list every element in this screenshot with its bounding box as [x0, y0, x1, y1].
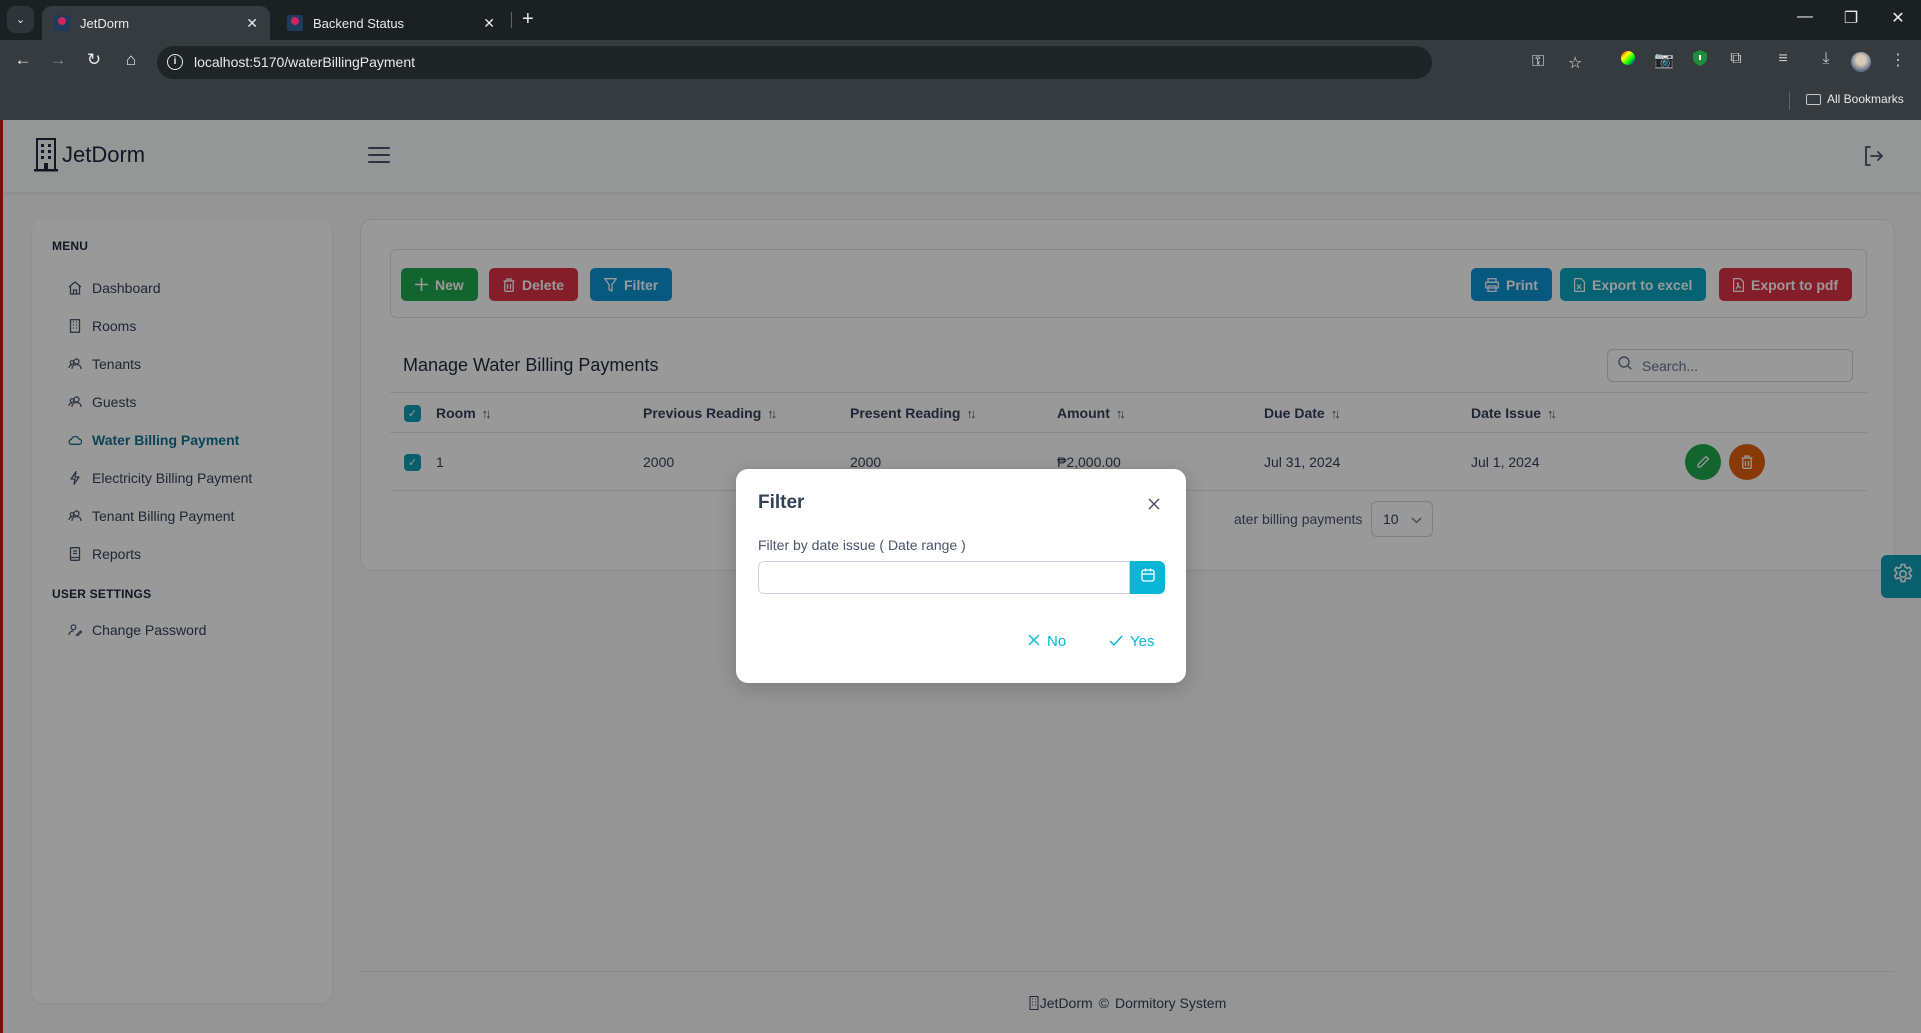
tab-separator — [511, 12, 512, 28]
all-bookmarks-button[interactable]: All Bookmarks — [1806, 92, 1904, 106]
close-tab-icon[interactable]: ✕ — [483, 15, 495, 32]
color-picker-extension-icon[interactable] — [1617, 50, 1639, 71]
x-icon — [1028, 633, 1040, 650]
folder-icon — [1806, 93, 1821, 105]
close-tab-icon[interactable]: ✕ — [246, 15, 258, 32]
all-bookmarks-label: All Bookmarks — [1827, 92, 1904, 106]
yes-button-label: Yes — [1130, 633, 1155, 650]
tab-bar: ⌄ JetDorm ✕ Backend Status ✕ + — ❐ ✕ — [0, 0, 1921, 40]
tab-title: Backend Status — [313, 15, 405, 31]
calendar-button[interactable] — [1130, 561, 1165, 594]
shield-extension-icon[interactable] — [1689, 50, 1711, 71]
password-key-icon[interactable]: ⚿ — [1532, 53, 1544, 71]
bookmarks-separator — [1789, 92, 1790, 110]
favicon-icon — [287, 15, 303, 31]
close-window-button[interactable]: ✕ — [1886, 8, 1910, 28]
browser-chrome: ⌄ JetDorm ✕ Backend Status ✕ + — ❐ ✕ ← →… — [0, 0, 1921, 120]
tab-title: JetDorm — [80, 15, 130, 31]
close-dialog-icon[interactable] — [1144, 494, 1164, 514]
check-icon — [1109, 633, 1123, 650]
home-button[interactable]: ⌂ — [119, 50, 143, 70]
downloads-icon[interactable]: ⤓ — [1815, 50, 1837, 68]
profile-avatar[interactable] — [1851, 52, 1871, 72]
browser-tab-backend-status[interactable]: Backend Status ✕ — [275, 6, 507, 40]
date-range-input[interactable] — [758, 561, 1130, 594]
no-button-label: No — [1047, 633, 1067, 650]
favicon-icon — [54, 15, 70, 31]
back-button[interactable]: ← — [11, 50, 35, 70]
url-bar[interactable]: i localhost:5170/waterBillingPayment ⚿ ☆ — [157, 46, 1582, 79]
filter-dialog: Filter Filter by date issue ( Date range… — [736, 469, 1186, 683]
camera-extension-icon[interactable]: 📷 — [1653, 50, 1675, 70]
tab-search-button[interactable]: ⌄ — [7, 6, 34, 33]
bookmarks-bar — [0, 84, 1921, 120]
more-menu-icon[interactable]: ⋮ — [1887, 50, 1909, 70]
new-tab-button[interactable]: + — [522, 8, 534, 31]
yes-button[interactable]: Yes — [1109, 633, 1154, 650]
forward-button[interactable]: → — [46, 50, 70, 70]
extensions-puzzle-icon[interactable]: ⧉ — [1725, 50, 1747, 68]
site-info-icon[interactable]: i — [167, 54, 183, 70]
date-range-label: Filter by date issue ( Date range ) — [758, 537, 966, 553]
browser-tab-jetdorm[interactable]: JetDorm ✕ — [42, 6, 270, 40]
no-button[interactable]: No — [1028, 633, 1066, 650]
minimize-button[interactable]: — — [1793, 8, 1817, 26]
bookmark-star-icon[interactable]: ☆ — [1568, 53, 1582, 73]
media-control-icon[interactable]: ≡ — [1772, 50, 1794, 68]
calendar-icon — [1140, 568, 1155, 587]
restore-button[interactable]: ❐ — [1839, 8, 1863, 28]
url-text[interactable]: localhost:5170/waterBillingPayment — [194, 54, 415, 70]
dialog-title: Filter — [758, 492, 805, 513]
reload-button[interactable]: ↻ — [82, 50, 106, 70]
